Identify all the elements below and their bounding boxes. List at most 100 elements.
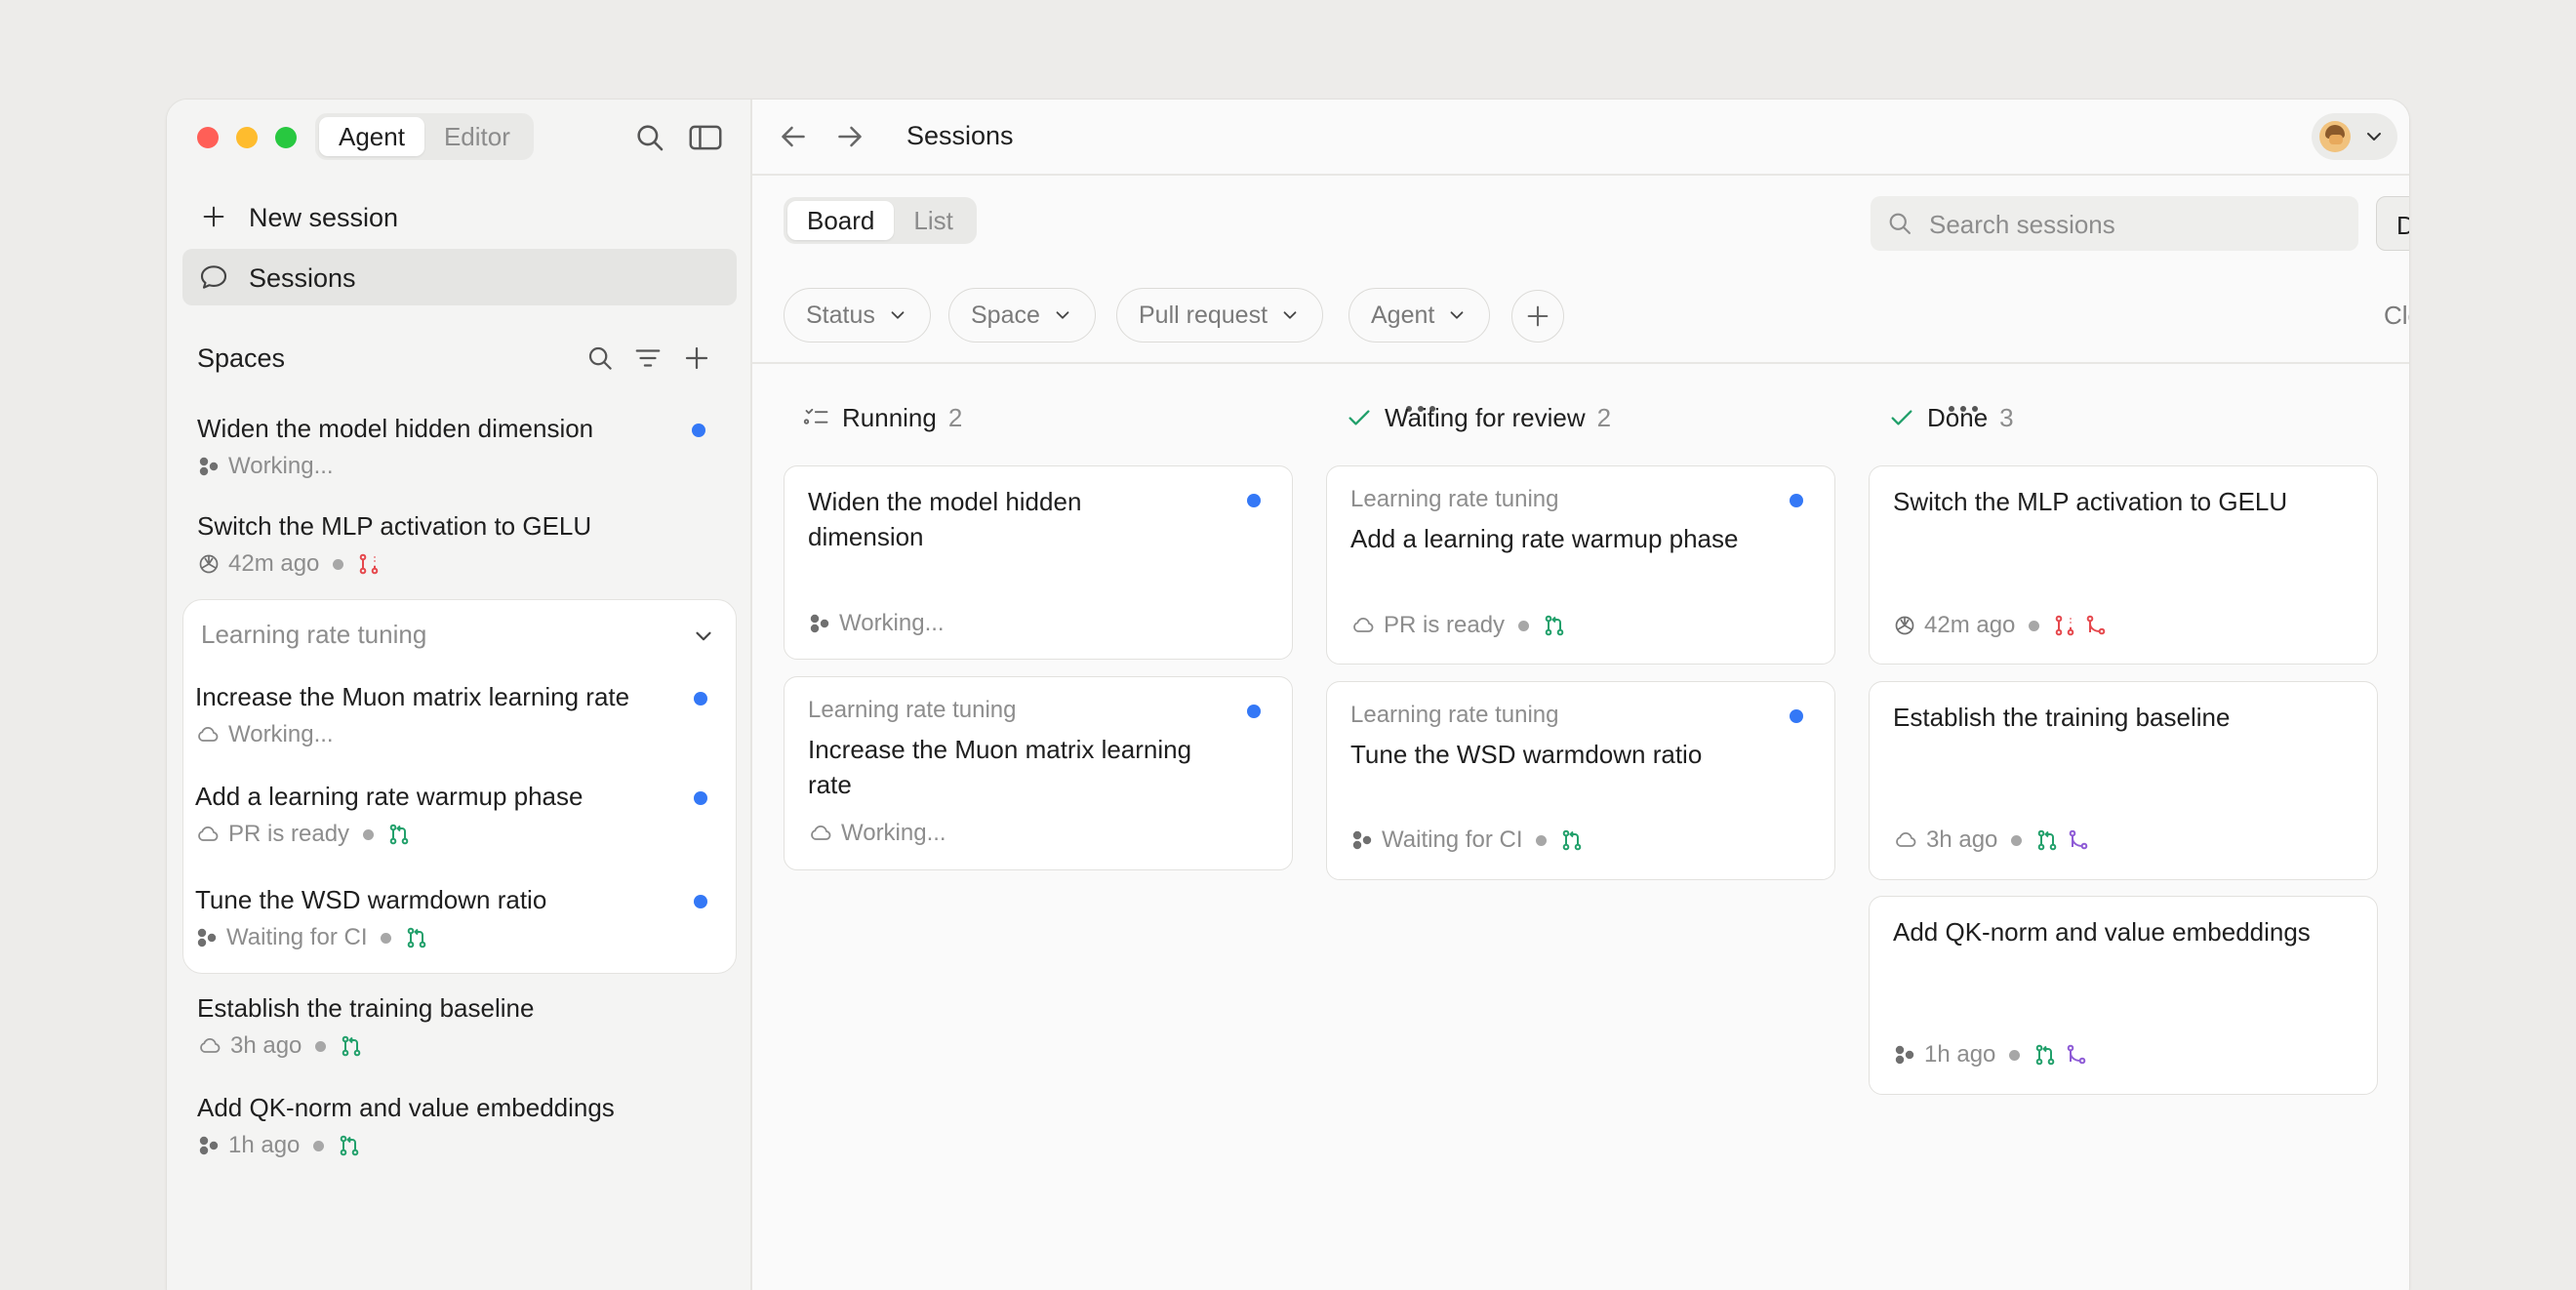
separator-dot [2009,1049,2021,1061]
card-space: Learning rate tuning [1350,486,1559,512]
cloud-icon [197,1034,222,1058]
spaces-search-icon[interactable] [585,343,615,373]
card-status: 3h ago [1926,826,1998,853]
column-name: Running [842,402,937,432]
pr-closed-icon [357,552,381,576]
add-filter-button[interactable] [1511,290,1564,343]
separator-dot [363,828,375,840]
chevron-down-icon [891,311,905,319]
search-icon[interactable] [633,121,666,154]
session-item[interactable]: Widen the model hidden dimension Working… [182,402,737,482]
unread-dot [1247,705,1261,718]
filter-pull-request[interactable]: Pull request [1116,288,1324,343]
filter-status-label: Status [806,301,875,329]
session-title: Add QK-norm and value embeddings [197,1093,615,1122]
plus-icon [200,203,227,230]
column-count: 2 [947,402,963,432]
unread-dot [1790,494,1803,507]
close-window-button[interactable] [197,127,219,148]
tab-editor[interactable]: Editor [424,117,530,156]
card-status: Working... [839,610,945,636]
session-card[interactable]: Learning rate tuning Increase the Muon m… [784,676,1293,870]
card-status: 1h ago [1924,1041,1996,1068]
session-item[interactable]: Establish the training baseline 3h ago [182,982,737,1066]
clear-filters-button[interactable]: Clear filters [2384,301,2409,331]
minimize-window-button[interactable] [236,127,258,148]
display-button[interactable]: Display [2376,196,2409,251]
unread-dot [1247,494,1261,507]
filter-icon[interactable] [633,343,663,373]
card-space: Learning rate tuning [1350,702,1559,728]
search-input[interactable]: Search sessions [1871,196,2358,251]
session-card[interactable]: Learning rate tuning Tune the WSD warmdo… [1326,681,1835,880]
session-status: Waiting for CI [226,924,368,950]
separator-dot [2011,834,2023,846]
zoom-window-button[interactable] [275,127,297,148]
agent-icon [808,612,831,635]
column-name: Done [1927,402,1989,432]
column-count: 2 [1596,402,1612,432]
account-menu-button[interactable] [2312,113,2397,160]
search-placeholder: Search sessions [1929,210,2115,239]
avatar [2319,121,2351,152]
tab-list[interactable]: List [894,201,972,240]
pull-request-icon [1543,614,1566,637]
separator-dot [381,932,392,944]
session-card[interactable]: Establish the training baseline 3h ago [1869,681,2378,880]
add-space-icon[interactable] [682,343,711,373]
separator-dot [1536,834,1548,846]
column-header-running: Running 2 [803,398,962,437]
merged-icon [2065,1043,2088,1067]
unread-dot [694,692,707,705]
space-group-name[interactable]: Learning rate tuning [201,620,426,650]
session-item[interactable]: Tune the WSD warmdown ratio Waiting for … [183,875,736,963]
card-title: Widen the model hidden [808,487,1082,516]
forward-arrow-icon[interactable] [832,119,867,154]
session-item[interactable]: Increase the Muon matrix learning rate W… [183,672,736,760]
session-card[interactable]: Widen the model hidden dimension Working… [784,465,1293,660]
view-switcher: Board List [784,197,977,244]
filter-status[interactable]: Status [784,288,931,343]
main-panel: Sessions Board List Search sessions D [752,100,2409,1290]
plus-icon [1524,302,1551,330]
session-item[interactable]: Add QK-norm and value embeddings 1h ago [182,1081,737,1165]
unread-dot [694,895,707,908]
top-bar: Sessions [752,100,2409,176]
filter-agent[interactable]: Agent [1348,288,1491,343]
openai-icon [1893,614,1916,637]
tab-agent[interactable]: Agent [319,117,424,156]
filter-space[interactable]: Space [948,288,1096,343]
chevron-down-icon[interactable] [691,624,716,649]
new-session-button[interactable]: New session [182,190,737,243]
separator-dot [1518,620,1530,631]
agent-icon [197,1134,221,1157]
session-item[interactable]: Add a learning rate warmup phase PR is r… [183,772,736,860]
tab-board[interactable]: Board [787,201,895,240]
card-title: Increase the Muon matrix learning [808,735,1192,764]
session-status: 1h ago [228,1132,301,1158]
session-card[interactable]: Switch the MLP activation to GELU 42m ag… [1869,465,2378,665]
agent-icon [1350,828,1374,852]
toggle-sidebar-icon[interactable] [688,121,723,154]
column-count: 3 [1999,402,2014,432]
space-group: Learning rate tuning Increase the Muon m… [182,599,737,974]
agent-icon [195,926,219,949]
chevron-down-icon [1450,311,1464,319]
session-status: Working... [228,721,334,747]
session-item[interactable]: Switch the MLP activation to GELU 42m ag… [182,502,737,582]
session-card[interactable]: Learning rate tuning Add a learning rate… [1326,465,1835,665]
session-card[interactable]: Add QK-norm and value embeddings 1h ago [1869,896,2378,1095]
pull-request-icon [387,823,411,846]
card-title: Tune the WSD warmdown ratio [1350,740,1703,769]
sidebar-item-sessions[interactable]: Sessions [182,249,737,305]
session-title: Tune the WSD warmdown ratio [195,885,547,914]
back-arrow-icon[interactable] [776,119,811,154]
pull-request-icon [2033,1043,2057,1067]
openai-icon [197,552,221,576]
app-window: Agent Editor New session Sessions Spaces [166,99,2410,1290]
cloud-icon [195,823,221,846]
separator-dot [315,1040,327,1052]
card-status: 42m ago [1924,612,2016,638]
card-status: PR is ready [1384,612,1506,638]
branch-icon [2084,614,2108,637]
